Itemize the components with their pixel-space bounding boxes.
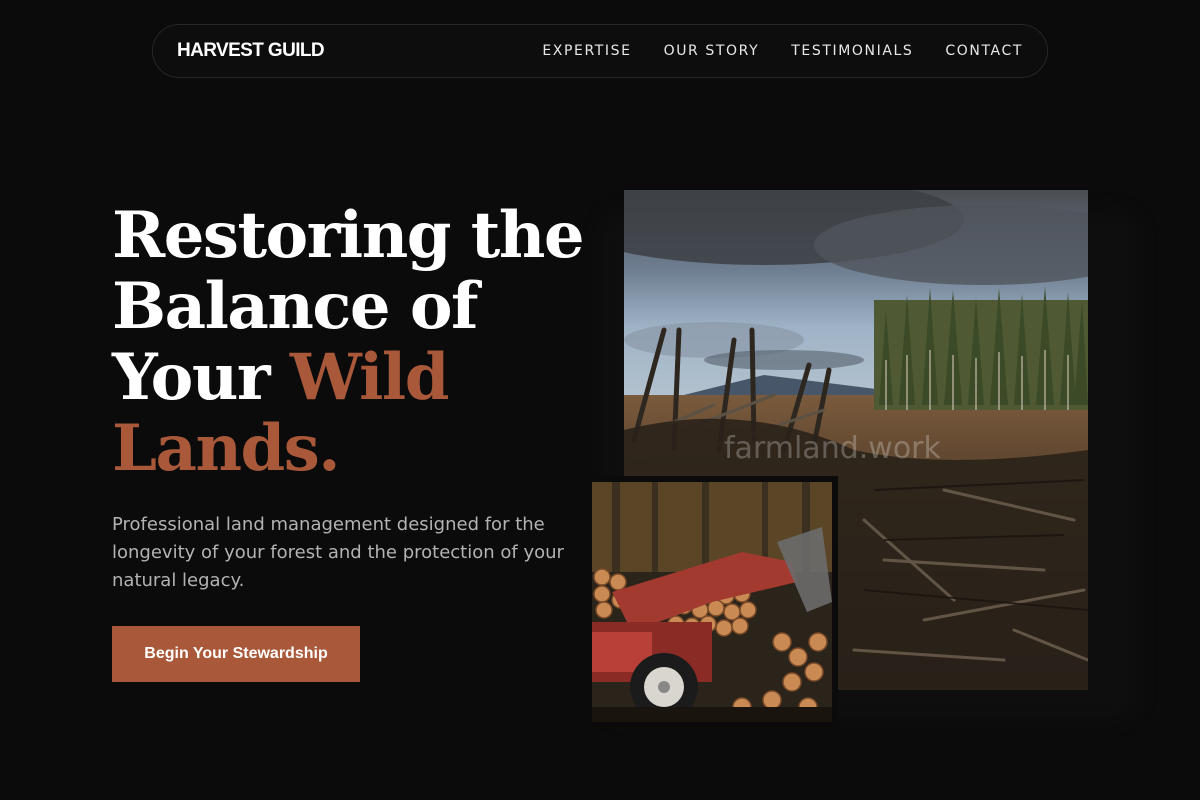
nav-links: EXPERTISE OUR STORY TESTIMONIALS CONTACT <box>542 43 1023 59</box>
nav-link-our-story[interactable]: OUR STORY <box>664 43 760 59</box>
log-loader-illustration <box>592 482 832 722</box>
hero-headline: Restoring the Balance of Your Wild Lands… <box>112 200 592 484</box>
nav-link-testimonials[interactable]: TESTIMONIALS <box>791 43 913 59</box>
log-loader-image <box>592 482 832 722</box>
nav-link-expertise[interactable]: EXPERTISE <box>542 43 631 59</box>
brand-logo[interactable]: HARVEST GUILD <box>177 40 325 62</box>
top-navbar: HARVEST GUILD EXPERTISE OUR STORY TESTIM… <box>152 24 1048 78</box>
nav-link-contact[interactable]: CONTACT <box>945 43 1023 59</box>
watermark-text: farmland.work <box>724 431 942 466</box>
hero-subtext: Professional land management designed fo… <box>112 514 564 591</box>
begin-stewardship-button[interactable]: Begin Your Stewardship <box>112 626 360 682</box>
